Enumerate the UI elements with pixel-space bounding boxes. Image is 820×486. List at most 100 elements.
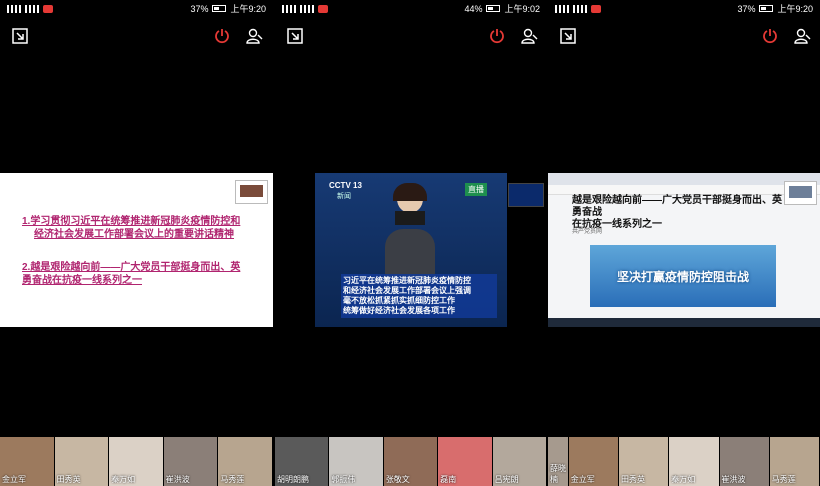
battery-icon — [212, 5, 227, 12]
news-line-1: 习近平在统筹推进新冠肺炎疫情防控 — [343, 276, 471, 285]
slide-line-1a: 1.学习贯彻习近平在统筹推进新冠肺炎疫情防控和 — [22, 216, 241, 227]
participant-tile[interactable]: 秦万如 — [669, 437, 720, 486]
status-bar: 37% 上午9:20 — [548, 0, 820, 17]
news-line-4: 统筹做好经济社会发展各项工作 — [343, 306, 455, 315]
slide-item-2: 2.越是艰险越向前——广大党员干部挺身而出、英 勇奋战在抗疫一线系列之一 — [22, 261, 267, 287]
app-icon — [318, 4, 328, 13]
participant-tile[interactable]: 田秀英 — [618, 437, 670, 486]
slide-line-2a: 2.越是艰险越向前——广大党员干部挺身而出、英 — [22, 262, 241, 273]
article-banner: 坚决打赢疫情防控阻击战 — [590, 245, 776, 307]
status-left — [282, 4, 328, 13]
meeting-screens: 37% 上午9:20 1.学习贯彻习近平在统筹推进新冠肺炎疫情防控和 经济社会发… — [0, 0, 820, 486]
news-line-2: 和经济社会发展工作部署会议上强调 — [343, 286, 471, 295]
participant-name: 田秀英 — [620, 475, 645, 484]
meeting-toolbar — [275, 22, 547, 50]
participant-name: 郭振伟 — [331, 475, 356, 484]
banner-text: 坚决打赢疫情防控阻击战 — [616, 269, 749, 284]
power-icon[interactable] — [212, 26, 232, 46]
participant-name: 崔洪波 — [165, 475, 190, 484]
exit-icon[interactable] — [558, 26, 578, 46]
headline-line-1: 越是艰险越向前——广大党员干部挺身而出、英勇奋战 — [572, 195, 782, 218]
participant-tile[interactable]: 张敬文 — [383, 437, 439, 486]
app-icon — [591, 4, 601, 13]
power-icon[interactable] — [760, 26, 780, 46]
shared-slide: 1.学习贯彻习近平在统筹推进新冠肺炎疫情防控和 经济社会发展工作部署会议上的重要… — [0, 173, 273, 327]
participant-strip: 金立军 田秀英 秦万如 崔洪波 马秀莲 — [0, 437, 273, 486]
browser-addressbar[interactable] — [548, 185, 820, 195]
news-line-3: 毫不放松抓紧抓实抓细防控工作 — [343, 296, 455, 305]
participant-name: 马秀莲 — [220, 475, 245, 484]
app-icon — [43, 4, 53, 13]
participant-name: 马秀莲 — [771, 475, 796, 484]
status-left — [7, 4, 53, 13]
exit-icon[interactable] — [285, 26, 305, 46]
channel-logo: CCTV 13 — [329, 181, 362, 190]
news-broadcast: CCTV 13 新闻 直播 习近平在统筹推进新冠肺炎疫情防控 和经济社会发展工作… — [315, 173, 507, 327]
status-time: 上午9:20 — [230, 4, 266, 14]
user-icon[interactable] — [792, 26, 812, 46]
participant-strip: 胡明朗鹏 郭振伟 张敬文 磊南 吕宪朗 — [275, 437, 547, 486]
slide-line-1b: 经济社会发展工作部署会议上的重要讲话精神 — [34, 229, 234, 240]
participant-name: 田秀英 — [56, 475, 81, 484]
live-badge: 直播 — [465, 183, 487, 196]
participant-name: 金立军 — [2, 475, 26, 484]
participant-name: 胡明朗鹏 — [277, 475, 309, 484]
panel-middle: 44% 上午9:02 CCTV 13 新闻 直播 习近平在统筹推进新冠肺炎疫情防… — [275, 0, 547, 486]
participant-tile[interactable]: 金立军 — [568, 437, 619, 486]
pip-image — [789, 186, 812, 198]
exit-icon[interactable] — [10, 26, 30, 46]
battery-percent: 37% — [737, 3, 756, 14]
participant-name: 秦万如 — [111, 475, 136, 484]
signal-icon — [25, 4, 39, 13]
signal-icon — [7, 4, 21, 13]
status-left — [555, 4, 601, 13]
pip-thumbnail[interactable] — [784, 181, 817, 205]
participant-name: 金立军 — [570, 475, 595, 484]
battery-icon — [759, 5, 774, 12]
panel-left: 37% 上午9:20 1.学习贯彻习近平在统筹推进新冠肺炎疫情防控和 经济社会发… — [0, 0, 273, 486]
meeting-toolbar — [548, 22, 820, 50]
channel-sub: 新闻 — [337, 193, 351, 200]
participant-tile[interactable]: 秦万如 — [109, 437, 164, 486]
status-time: 上午9:20 — [777, 4, 813, 14]
participant-name: 崔洪波 — [721, 475, 746, 484]
participant-tile[interactable]: 吕宪朗 — [492, 437, 547, 486]
news-anchor — [385, 183, 435, 285]
participant-tile[interactable]: 马秀莲 — [218, 437, 273, 486]
signal-icon — [282, 4, 296, 13]
signal-icon — [555, 4, 569, 13]
participant-tile[interactable]: 胡明朗鹏 — [275, 437, 330, 486]
participant-tile[interactable]: 马秀莲 — [769, 437, 820, 486]
participant-tile[interactable]: 崔洪波 — [163, 437, 219, 486]
participant-tile[interactable]: 郭振伟 — [329, 437, 384, 486]
participant-name: 吕宪朗 — [494, 475, 519, 484]
battery-icon — [486, 5, 501, 12]
signal-icon — [573, 4, 587, 13]
panel-right: 37% 上午9:20 越是艰险越向前——广大党员干部挺身而出、英勇奋战 在抗疫一… — [548, 0, 820, 486]
participant-tile[interactable]: 薛晓楠 — [548, 437, 569, 486]
slide-item-1: 1.学习贯彻习近平在统筹推进新冠肺炎疫情防控和 经济社会发展工作部署会议上的重要… — [22, 215, 267, 241]
status-time: 上午9:02 — [504, 4, 540, 14]
participant-strip: 薛晓楠 金立军 田秀英 秦万如 崔洪波 马秀莲 — [548, 437, 820, 486]
news-caption: 习近平在统筹推进新冠肺炎疫情防控 和经济社会发展工作部署会议上强调 毫不放松抓紧… — [341, 274, 497, 318]
user-icon[interactable] — [244, 26, 264, 46]
article-source: 共产党员网 — [572, 229, 603, 235]
participant-tile[interactable]: 崔洪波 — [719, 437, 770, 486]
participant-tile[interactable]: 田秀英 — [54, 437, 110, 486]
participant-tile[interactable]: 磊南 — [438, 437, 493, 486]
participant-tile[interactable]: 金立军 — [0, 437, 55, 486]
participant-name: 薛晓楠 — [550, 464, 566, 484]
status-bar: 44% 上午9:02 — [275, 0, 547, 17]
user-icon[interactable] — [519, 26, 539, 46]
battery-percent: 37% — [190, 3, 209, 14]
article-headline: 越是艰险越向前——广大党员干部挺身而出、英勇奋战 在抗疫一线系列之一 — [572, 195, 782, 231]
browser-tabbar — [548, 173, 820, 185]
pip-thumbnail[interactable] — [508, 183, 544, 207]
headline-line-2: 在抗疫一线系列之一 — [572, 219, 662, 230]
participant-name: 秦万如 — [671, 475, 696, 484]
battery-percent: 44% — [464, 3, 483, 14]
status-right: 37% 上午9:20 — [190, 2, 266, 15]
pip-thumbnail[interactable] — [235, 180, 268, 204]
power-icon[interactable] — [487, 26, 507, 46]
status-right: 37% 上午9:20 — [737, 2, 813, 15]
